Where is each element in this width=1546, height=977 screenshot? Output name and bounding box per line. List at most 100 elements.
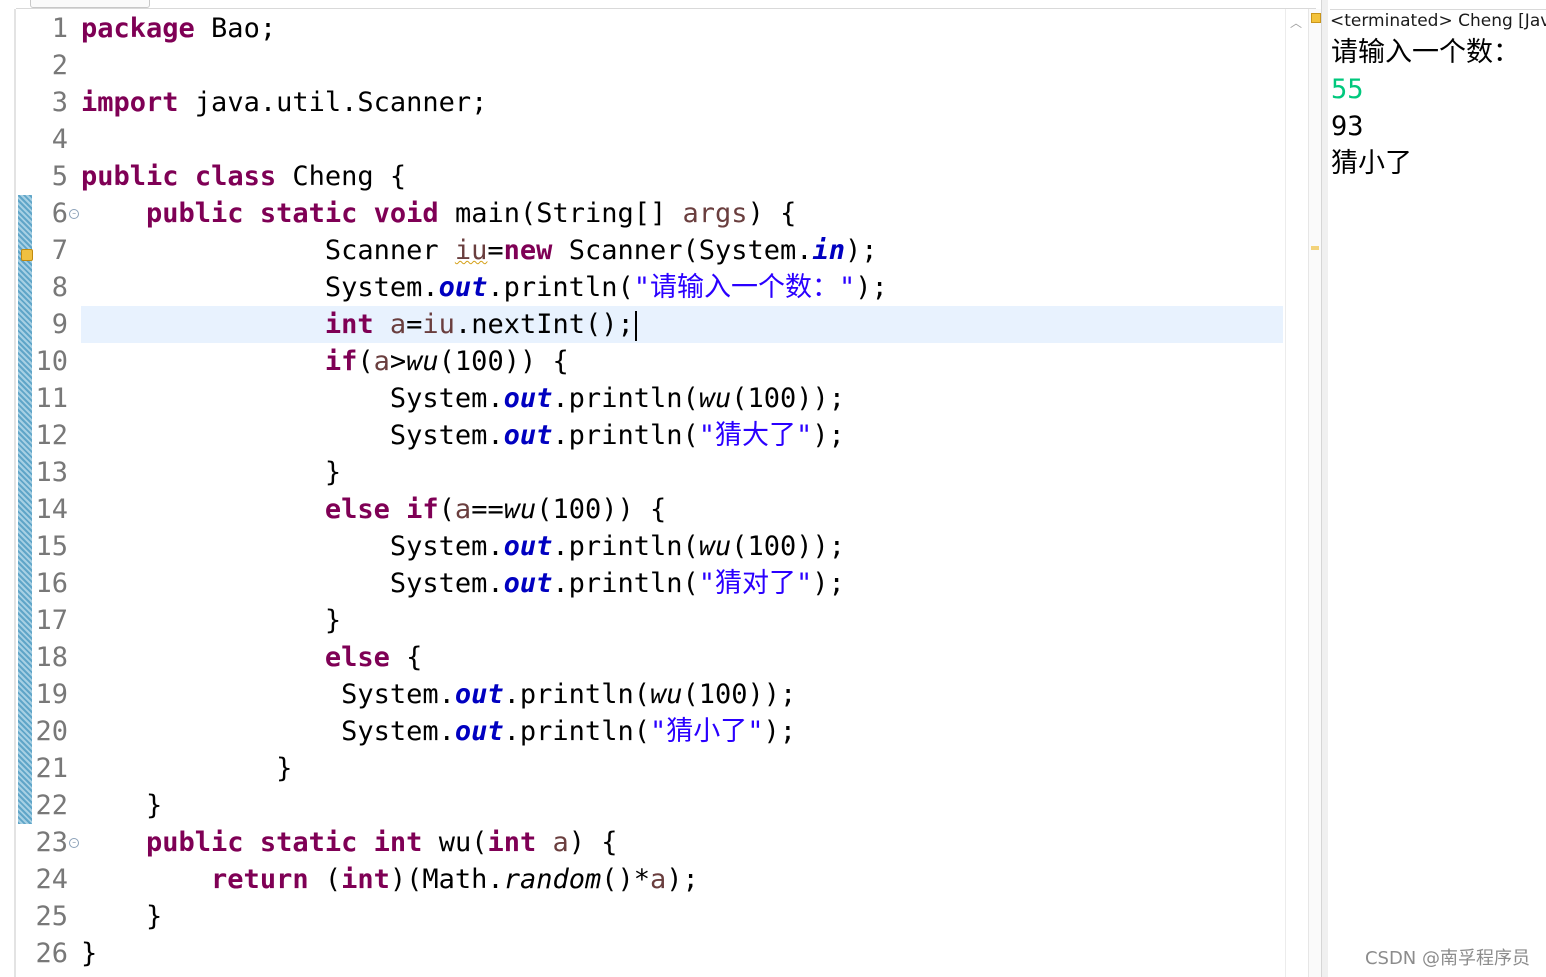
code-line[interactable]: System.out.println(wu(100));: [81, 676, 796, 713]
overview-warning-marker[interactable]: [1311, 246, 1319, 250]
code-token: void: [373, 198, 439, 229]
console-view[interactable]: <terminated> Cheng [Java 请输入一个数： 55 93 猜小了: [1328, 0, 1546, 977]
code-token: );: [812, 568, 845, 599]
code-line[interactable]: System.out.println("猜小了");: [81, 713, 796, 750]
code-token: .nextInt();: [454, 309, 634, 340]
code-line[interactable]: System.out.println(wu(100));: [81, 380, 845, 417]
line-number: 25: [35, 901, 68, 932]
code-line[interactable]: }: [81, 935, 97, 972]
code-token: System.: [81, 716, 455, 747]
code-token: public: [81, 161, 179, 192]
code-token: Bao;: [194, 13, 277, 44]
code-token: a: [552, 827, 569, 858]
code-token: (: [438, 494, 455, 525]
code-token: .println(: [552, 531, 699, 562]
code-token: }: [81, 753, 293, 784]
code-line[interactable]: System.out.println(wu(100));: [81, 528, 845, 565]
line-number: 12: [35, 420, 68, 451]
code-token: System.: [81, 568, 504, 599]
code-token: if: [406, 494, 439, 525]
code-token: out: [503, 568, 553, 599]
code-token: =: [406, 309, 423, 340]
code-line[interactable]: }: [81, 602, 341, 639]
code-token: wu: [503, 494, 537, 525]
code-token: if: [324, 346, 358, 377]
code-token: );: [845, 235, 878, 266]
code-token: );: [812, 420, 845, 451]
code-line[interactable]: System.out.println("猜对了");: [81, 565, 845, 602]
fold-toggle-icon[interactable]: −: [69, 209, 79, 219]
code-token: out: [503, 383, 553, 414]
code-token: System.: [81, 272, 439, 303]
code-line[interactable]: public static void main(String[] args) {: [81, 195, 796, 232]
code-line[interactable]: if(a>wu(100)) {: [81, 343, 569, 380]
code-token: .println(: [552, 383, 699, 414]
tab-editor-file[interactable]: [30, 0, 150, 8]
code-token: ) {: [747, 198, 797, 229]
code-token: a: [389, 309, 407, 340]
line-number: 18: [35, 642, 68, 673]
line-number: 4: [51, 124, 68, 155]
code-token: int: [324, 309, 374, 340]
code-token: Scanner: [81, 235, 455, 266]
code-line[interactable]: }: [81, 898, 162, 935]
overview-warning-summary-icon[interactable]: [1311, 13, 1321, 23]
line-number: 9: [51, 309, 68, 340]
code-token: main(String[]: [438, 198, 683, 229]
code-line[interactable]: Scanner iu=new Scanner(System.in);: [81, 232, 878, 269]
code-token: out: [438, 272, 488, 303]
watermark: CSDN @南孚程序员: [1364, 948, 1530, 969]
code-token: "猜大了": [698, 420, 813, 451]
editor-vertical-scrollbar[interactable]: [1285, 9, 1308, 977]
code-token: }: [81, 790, 163, 821]
code-token: public: [146, 198, 244, 229]
code-line[interactable]: public class Cheng {: [81, 158, 406, 195]
line-number: 13: [35, 457, 68, 488]
code-line[interactable]: else if(a==wu(100)) {: [81, 491, 666, 528]
scroll-up-arrow-icon[interactable]: ︿: [1290, 14, 1302, 31]
code-token: (100));: [731, 383, 846, 414]
code-line[interactable]: System.out.println("请输入一个数：");: [81, 269, 888, 306]
code-line[interactable]: public static int wu(int a) {: [81, 824, 618, 861]
fold-toggle-icon[interactable]: −: [69, 838, 79, 848]
code-token: int: [341, 864, 390, 895]
code-editor[interactable]: 1 2 3 4 5 6−7 8 9 10 11 12 13 14 15 16 17 18 19 20 21 22 23−2…: [0, 9, 1320, 977]
code-line[interactable]: else {: [81, 639, 423, 676]
code-token: >: [389, 346, 407, 377]
code-token: (100)) {: [536, 494, 667, 525]
line-number: 22: [35, 790, 68, 821]
code-line[interactable]: }: [81, 454, 341, 491]
code-token: else: [324, 494, 390, 525]
code-token: "猜小了": [649, 716, 764, 747]
code-token: )(Math.: [389, 864, 504, 895]
line-number: 21: [35, 753, 68, 784]
console-output-line: 猜小了: [1331, 148, 1412, 179]
code-token: (: [357, 346, 374, 377]
code-token: =: [487, 235, 504, 266]
code-line[interactable]: int a=iu.nextInt();: [81, 306, 637, 343]
code-token: in: [812, 235, 846, 266]
code-line[interactable]: import java.util.Scanner;: [81, 84, 487, 121]
code-token: out: [503, 420, 553, 451]
code-token: "请输入一个数：": [633, 272, 856, 303]
line-number: 17: [35, 605, 68, 636]
code-line[interactable]: }: [81, 750, 292, 787]
code-line[interactable]: package Bao;: [81, 10, 276, 47]
code-token: (100));: [731, 531, 846, 562]
code-token: (100)) {: [438, 346, 569, 377]
code-token: else: [324, 642, 390, 673]
line-number: 19: [35, 679, 68, 710]
overview-ruler[interactable]: [1308, 9, 1321, 977]
code-line[interactable]: return (int)(Math.random()*a);: [81, 861, 699, 898]
console-status-label: <terminated> Cheng [Java: [1330, 9, 1546, 32]
code-line[interactable]: }: [81, 787, 162, 824]
code-line[interactable]: System.out.println("猜大了");: [81, 417, 845, 454]
